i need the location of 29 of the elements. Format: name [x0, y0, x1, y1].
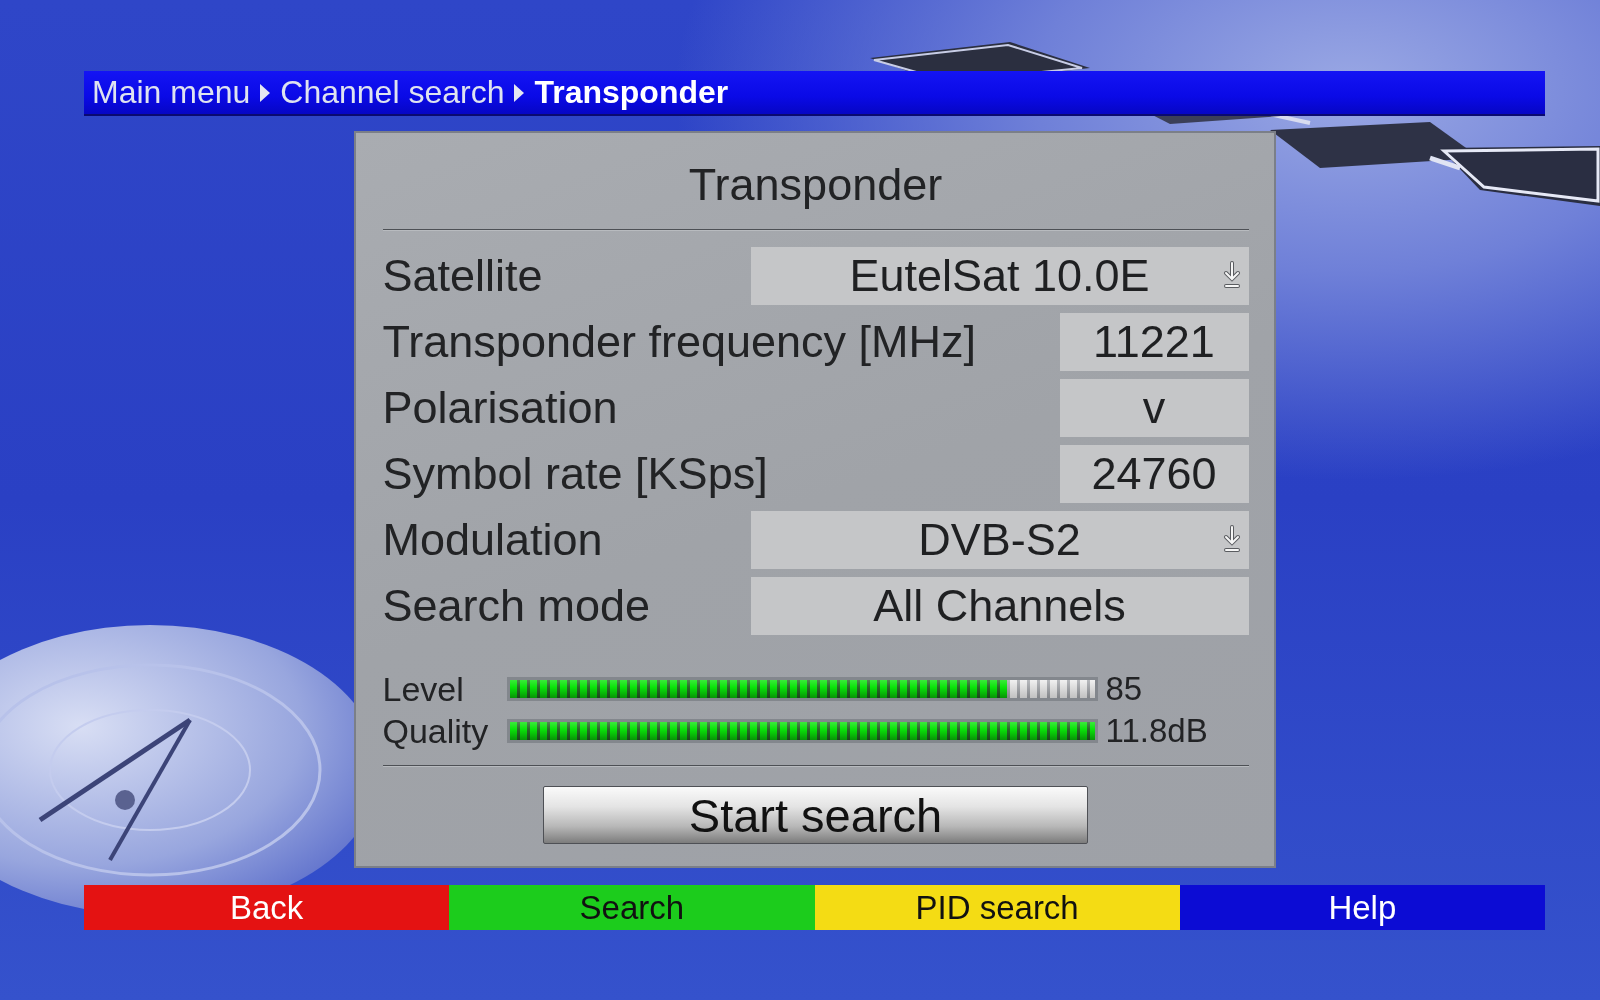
function-key-button[interactable]: Back: [84, 885, 450, 930]
function-key-button[interactable]: Search: [449, 885, 815, 930]
option-field[interactable]: All Channels: [750, 577, 1249, 635]
breadcrumb-item: Channel search: [280, 74, 505, 111]
field-label: Polarisation: [382, 382, 618, 434]
dropdown-field[interactable]: EutelSat 10.0E: [750, 247, 1249, 305]
breadcrumb-item: Transponder: [534, 74, 729, 111]
function-key-button[interactable]: Help: [1179, 885, 1545, 930]
meter-label: Quality: [382, 711, 490, 751]
dialog-title: Transponder: [688, 159, 943, 211]
meter-reading: 11.8dB: [1104, 712, 1209, 750]
down-arrow-icon: [1222, 261, 1241, 289]
start-search-button[interactable]: Start search: [543, 786, 1088, 844]
dropdown-field[interactable]: DVB-S2: [750, 511, 1249, 569]
input-field[interactable]: 11221: [1059, 313, 1249, 371]
input-field[interactable]: 24760: [1059, 445, 1249, 503]
triangle-separator-icon: [514, 83, 525, 102]
field-label: Satellite: [382, 250, 543, 302]
meter-label: Level: [382, 669, 465, 709]
meter-reading: 85: [1104, 670, 1144, 708]
field-label: Modulation: [382, 514, 603, 566]
down-arrow-icon: [1222, 525, 1241, 553]
field-label: Search mode: [382, 580, 651, 632]
function-key-button[interactable]: PID search: [814, 885, 1180, 930]
breadcrumb-item: Main menu: [92, 74, 251, 111]
triangle-separator-icon: [260, 83, 271, 102]
field-label: Transponder frequency [MHz]: [382, 316, 977, 368]
input-field[interactable]: v: [1059, 379, 1249, 437]
field-label: Symbol rate [KSps]: [382, 448, 768, 500]
